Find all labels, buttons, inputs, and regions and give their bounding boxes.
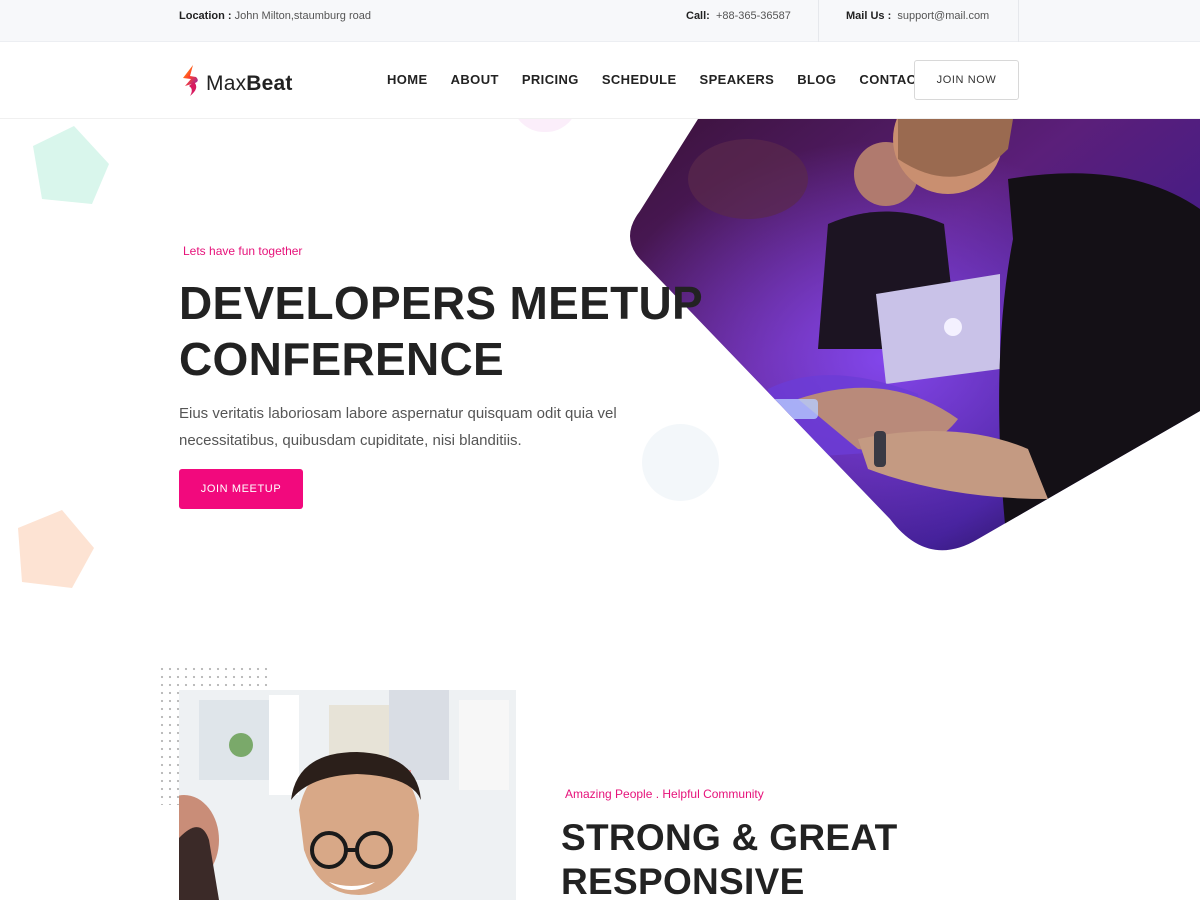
logo-text-bold: Beat [246, 71, 293, 95]
hero-title-line2: CONFERENCE [179, 333, 505, 385]
divider [818, 0, 819, 42]
logo-text: MaxBeat [206, 72, 293, 96]
about-title: STRONG & GREAT RESPONSIVE [561, 816, 898, 900]
nav-speakers[interactable]: SPEAKERS [700, 72, 775, 87]
divider [1018, 0, 1019, 42]
logo-text-light: Max [206, 71, 247, 95]
about-title-line2: RESPONSIVE [561, 861, 805, 900]
mail-value[interactable]: support@mail.com [897, 10, 989, 22]
about-tagline: Amazing People . Helpful Community [565, 787, 764, 801]
mail-label: Mail Us : [846, 10, 892, 22]
hero-tagline: Lets have fun together [183, 244, 303, 258]
about-title-line1: STRONG & GREAT [561, 817, 898, 858]
location-label: Location : [179, 10, 232, 22]
nav-home[interactable]: HOME [387, 72, 428, 87]
smiling-man-glasses-photo [179, 690, 516, 900]
main-header: MaxBeat HOME ABOUT PRICING SCHEDULE SPEA… [0, 42, 1200, 119]
top-info-bar: Location : John Milton,staumburg road Ca… [0, 0, 1200, 42]
flame-logo-icon [180, 64, 202, 103]
about-image [179, 690, 516, 900]
nav-blog[interactable]: BLOG [797, 72, 836, 87]
hero-description: Eius veritatis laboriosam labore asperna… [179, 405, 617, 449]
nav-pricing[interactable]: PRICING [522, 72, 579, 87]
mail-info: Mail Us : support@mail.com [846, 10, 989, 22]
mint-pentagon-shape [33, 126, 109, 204]
call-info: Call: +88-365-36587 [686, 10, 791, 22]
join-meetup-button[interactable]: JOIN MEETUP [179, 469, 303, 509]
hero-title: DEVELOPERS MEETUP CONFERENCE [179, 275, 703, 387]
site-logo[interactable]: MaxBeat [180, 64, 293, 103]
nav-schedule[interactable]: SCHEDULE [602, 72, 677, 87]
call-value[interactable]: +88-365-36587 [716, 10, 791, 22]
call-label: Call: [686, 10, 710, 22]
join-now-button[interactable]: JOIN NOW [914, 60, 1019, 100]
location-info: Location : John Milton,staumburg road [179, 10, 371, 22]
location-value: John Milton,staumburg road [234, 10, 371, 22]
peach-pentagon-shape [18, 510, 94, 588]
developers-laptop-photo [630, 119, 1200, 551]
nav-about[interactable]: ABOUT [451, 72, 499, 87]
hero-image [628, 119, 1200, 555]
main-nav: HOME ABOUT PRICING SCHEDULE SPEAKERS BLO… [387, 72, 948, 87]
hero-title-line1: DEVELOPERS MEETUP [179, 277, 703, 329]
